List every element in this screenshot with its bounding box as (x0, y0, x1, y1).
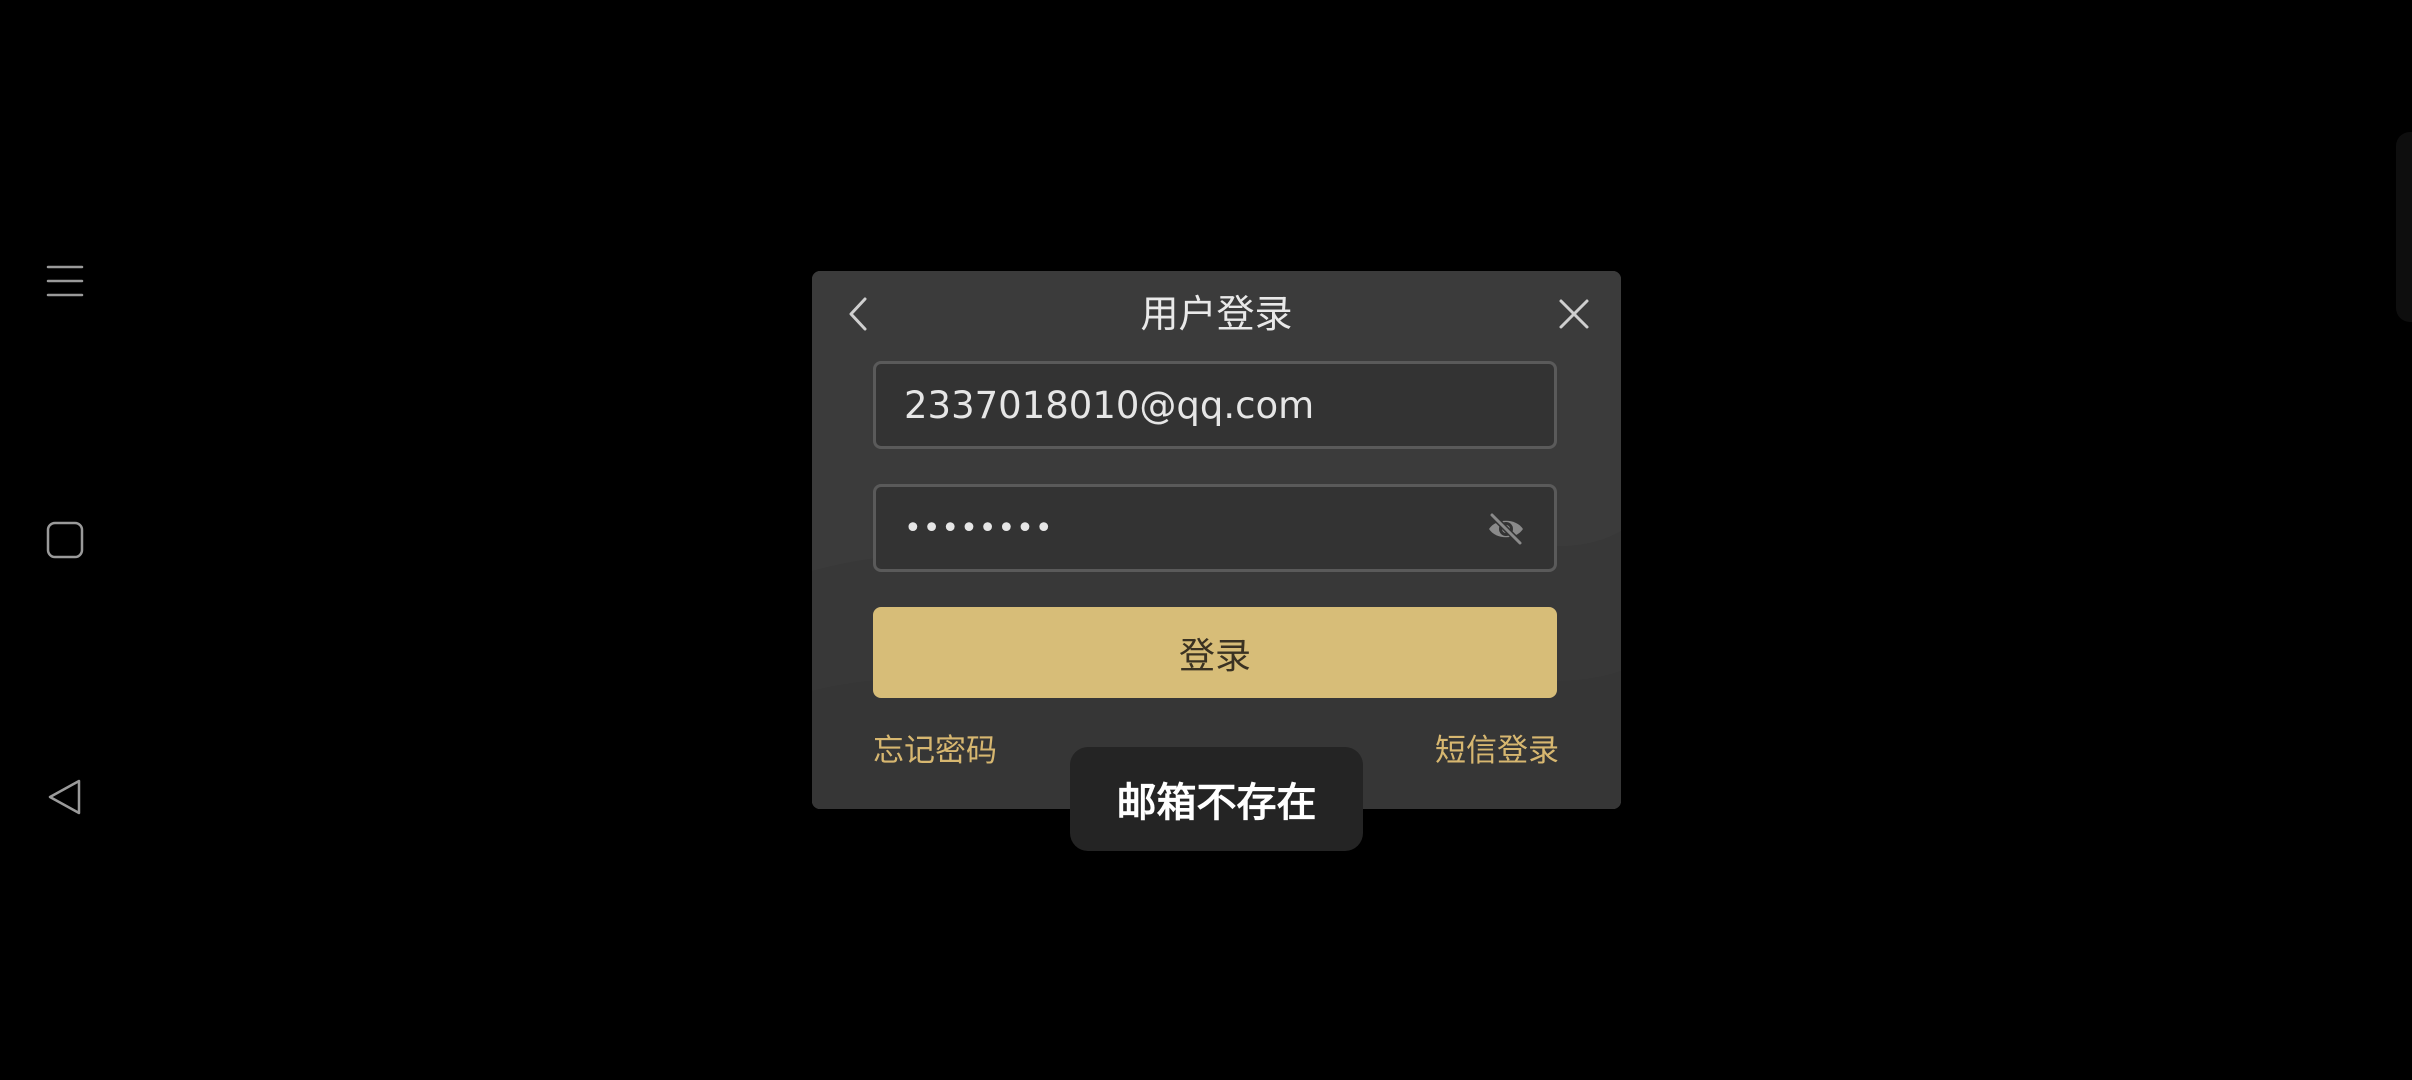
login-button[interactable]: 登录 (873, 607, 1557, 698)
sms-login-link[interactable]: 短信登录 (1435, 731, 1559, 771)
login-dialog: 用户登录 登录 (812, 271, 1621, 809)
system-navigation-bar (0, 0, 130, 1080)
square-home-icon (46, 521, 84, 559)
triangle-back-icon (48, 779, 81, 815)
email-input[interactable] (876, 365, 1464, 445)
side-edge-handle[interactable] (2396, 132, 2412, 322)
home-button[interactable] (40, 515, 90, 565)
dialog-title: 用户登录 (1140, 292, 1293, 336)
dialog-header: 用户登录 (812, 271, 1621, 357)
close-icon (1559, 299, 1589, 329)
password-input[interactable] (876, 488, 1464, 568)
eye-off-icon (1489, 512, 1523, 546)
dialog-close-button[interactable] (1551, 291, 1597, 337)
forgot-password-link[interactable]: 忘记密码 (873, 731, 997, 771)
screen: 用户登录 登录 (0, 0, 2412, 1080)
toast-message: 邮箱不存在 (1070, 747, 1363, 851)
back-button[interactable] (40, 772, 90, 822)
password-field-container (873, 484, 1557, 572)
email-field-container (873, 361, 1557, 449)
recent-apps-button[interactable] (40, 256, 90, 306)
password-visibility-toggle[interactable] (1484, 509, 1528, 549)
menu-icon (46, 265, 84, 297)
